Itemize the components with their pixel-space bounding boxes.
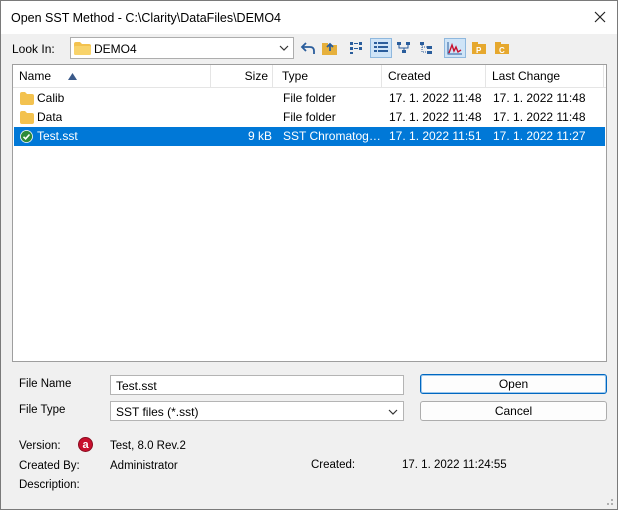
lookin-value: DEMO4 [94,42,137,56]
column-size-label: Size [244,69,268,83]
file-name-input[interactable]: Test.sst [110,375,404,395]
lookin-label: Look In: [12,42,55,56]
open-button-label: Open [498,377,529,391]
back-arrow-icon [300,42,315,54]
folder-icon [20,92,34,105]
list-item-selected[interactable]: Test.sst 9 kB SST Chromatog… 17. 1. 2022… [14,127,605,146]
chromatogram-view-button[interactable] [444,38,466,58]
svg-text:P: P [476,46,482,55]
annotation-badge: a [78,437,93,452]
list-view-icon [350,42,362,54]
column-created[interactable]: Created [382,65,486,88]
created-value: 17. 1. 2022 11:24:55 [402,459,507,471]
column-name-label: Name [19,69,52,83]
folder-icon [20,111,34,124]
cancel-button-label: Cancel [494,404,533,418]
created-by-label: Created By: [19,460,80,472]
column-size[interactable]: Size [211,65,273,88]
item-type: SST Chromatog… [283,129,381,143]
file-list[interactable]: Name Size Type Created Last Change Calib… [12,64,607,362]
file-name-value: Test.sst [116,379,157,393]
file-type-value: SST files (*.sst) [116,405,199,419]
close-button[interactable] [587,5,613,29]
item-name: Data [37,110,63,124]
list-item[interactable]: Calib File folder 17. 1. 2022 11:48 17. … [14,89,605,108]
column-last-change[interactable]: Last Change [486,65,604,88]
back-button[interactable] [297,38,319,58]
column-created-label: Created [388,69,431,83]
details-view-icon [374,42,388,52]
details-view-button[interactable] [370,38,392,58]
file-name-label: File Name [19,378,72,390]
lookin-select[interactable]: DEMO4 [70,37,294,59]
chromatogram-icon [447,42,462,55]
file-type-select[interactable]: SST files (*.sst) [110,401,404,421]
up-folder-icon [322,42,337,55]
item-last-change: 17. 1. 2022 11:27 [493,129,586,143]
folder-icon [74,42,91,55]
svg-text:C: C [499,46,505,55]
item-created: 17. 1. 2022 11:51 [389,129,482,143]
folder-c-button[interactable]: C [491,38,513,58]
column-name[interactable]: Name [13,65,211,88]
item-last-change: 17. 1. 2022 11:48 [493,110,586,124]
up-folder-button[interactable] [319,38,341,58]
cancel-button[interactable]: Cancel [420,401,607,421]
item-name: Test.sst [37,129,78,143]
sort-ascending-icon [68,73,77,80]
folder-p-button[interactable]: P [468,38,490,58]
version-label: Version: [19,440,61,452]
check-icon [20,130,33,143]
column-last-change-label: Last Change [492,69,561,83]
chevron-down-icon [279,45,289,51]
item-created: 17. 1. 2022 11:48 [389,91,482,105]
item-type: File folder [283,110,336,124]
version-value: Test, 8.0 Rev.2 [110,440,186,452]
open-button[interactable]: Open [420,374,607,394]
list-view-button[interactable] [346,38,368,58]
tree-view-2-button[interactable] [416,38,438,58]
created-label: Created: [311,459,356,471]
window-title: Open SST Method - C:\Clarity\DataFiles\D… [11,11,281,25]
folder-c-icon: C [495,42,509,55]
column-type[interactable]: Type [276,65,382,88]
title-bar: Open SST Method - C:\Clarity\DataFiles\D… [1,1,617,34]
item-type: File folder [283,91,336,105]
tree-view-button[interactable] [393,38,415,58]
folder-p-icon: P [472,42,486,55]
file-type-label: File Type [19,404,66,416]
tree-view-icon [397,42,410,53]
list-header: Name Size Type Created Last Change [13,65,606,88]
open-dialog: Open SST Method - C:\Clarity\DataFiles\D… [0,0,618,510]
chevron-down-icon [388,409,398,415]
item-size: 9 kB [247,129,272,143]
list-item[interactable]: Data File folder 17. 1. 2022 11:48 17. 1… [14,108,605,127]
created-by-value: Administrator [110,460,178,472]
tree-view-2-icon [420,42,432,54]
resize-grip-icon[interactable] [604,496,614,506]
close-icon [594,11,606,23]
item-created: 17. 1. 2022 11:48 [389,110,482,124]
description-label: Description: [19,479,80,491]
column-type-label: Type [282,69,309,83]
item-name: Calib [37,91,65,105]
item-last-change: 17. 1. 2022 11:48 [493,91,586,105]
